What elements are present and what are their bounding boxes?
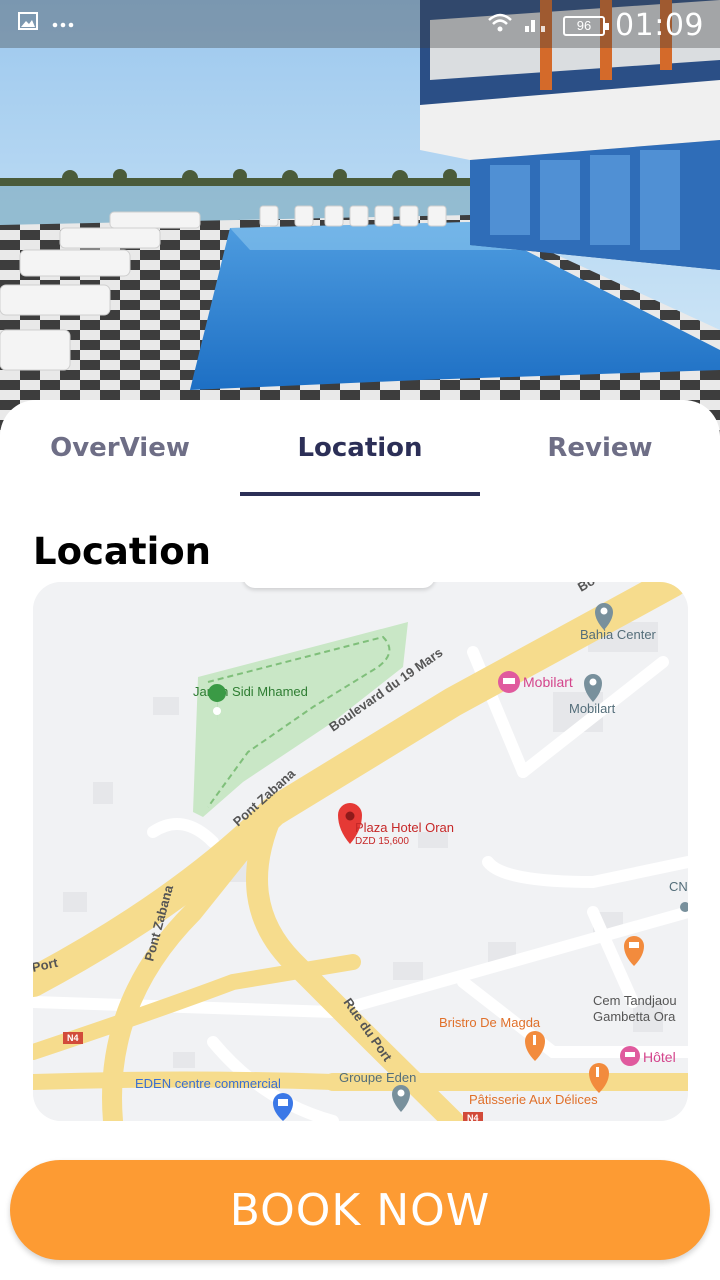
- section-title: Location: [33, 530, 212, 573]
- cem-label-1: Cem Tandjaou: [593, 993, 677, 1008]
- tab-location[interactable]: Location: [240, 400, 480, 496]
- mobilart-pink-label: Mobilart: [523, 674, 573, 690]
- battery-icon: 96: [563, 15, 610, 36]
- route-badge: N4: [467, 1113, 479, 1121]
- hotel-right-pin-icon: [620, 1046, 640, 1066]
- tab-overview[interactable]: OverView: [0, 400, 240, 496]
- status-time: 01:09: [615, 8, 704, 43]
- gallery-icon: [18, 12, 38, 35]
- patisserie-label: Pâtisserie Aux Délices: [469, 1092, 598, 1107]
- more-dots-icon: [52, 15, 74, 33]
- map-top-tab: [243, 582, 435, 588]
- hotel-name-label: Plaza Hotel Oran: [355, 820, 454, 835]
- route-badge: N4: [67, 1033, 79, 1043]
- book-now-button[interactable]: BOOK NOW: [10, 1160, 710, 1260]
- status-bar: 96 01:09: [0, 0, 720, 48]
- signal-icon: [523, 12, 553, 39]
- mobilart-grey-label: Mobilart: [569, 701, 616, 716]
- groupe-eden-label: Groupe Eden: [339, 1070, 416, 1085]
- mobilart-pink-pin-icon: [498, 671, 520, 693]
- tab-review[interactable]: Review: [480, 400, 720, 496]
- cn-label: CN: [669, 879, 688, 894]
- cem-label-2: Gambetta Ora: [593, 1009, 676, 1024]
- bahia-label: Bahia Center: [580, 627, 657, 642]
- wifi-icon: [487, 12, 513, 39]
- hotel-pool-photo: [0, 0, 720, 440]
- content-sheet: OverView Location Review Location Boulev…: [0, 400, 720, 1280]
- tab-bar: OverView Location Review: [0, 400, 720, 496]
- bristro-label: Bristro De Magda: [439, 1015, 541, 1030]
- eden-cc-label: EDEN centre commercial: [135, 1076, 281, 1091]
- location-map[interactable]: Boulevard du 19 Mars Pont Zabana Pont Za…: [33, 582, 688, 1121]
- hotel-price-label: DZD 15,600: [355, 836, 409, 847]
- hotel-right-label: Hôtel: [643, 1049, 676, 1065]
